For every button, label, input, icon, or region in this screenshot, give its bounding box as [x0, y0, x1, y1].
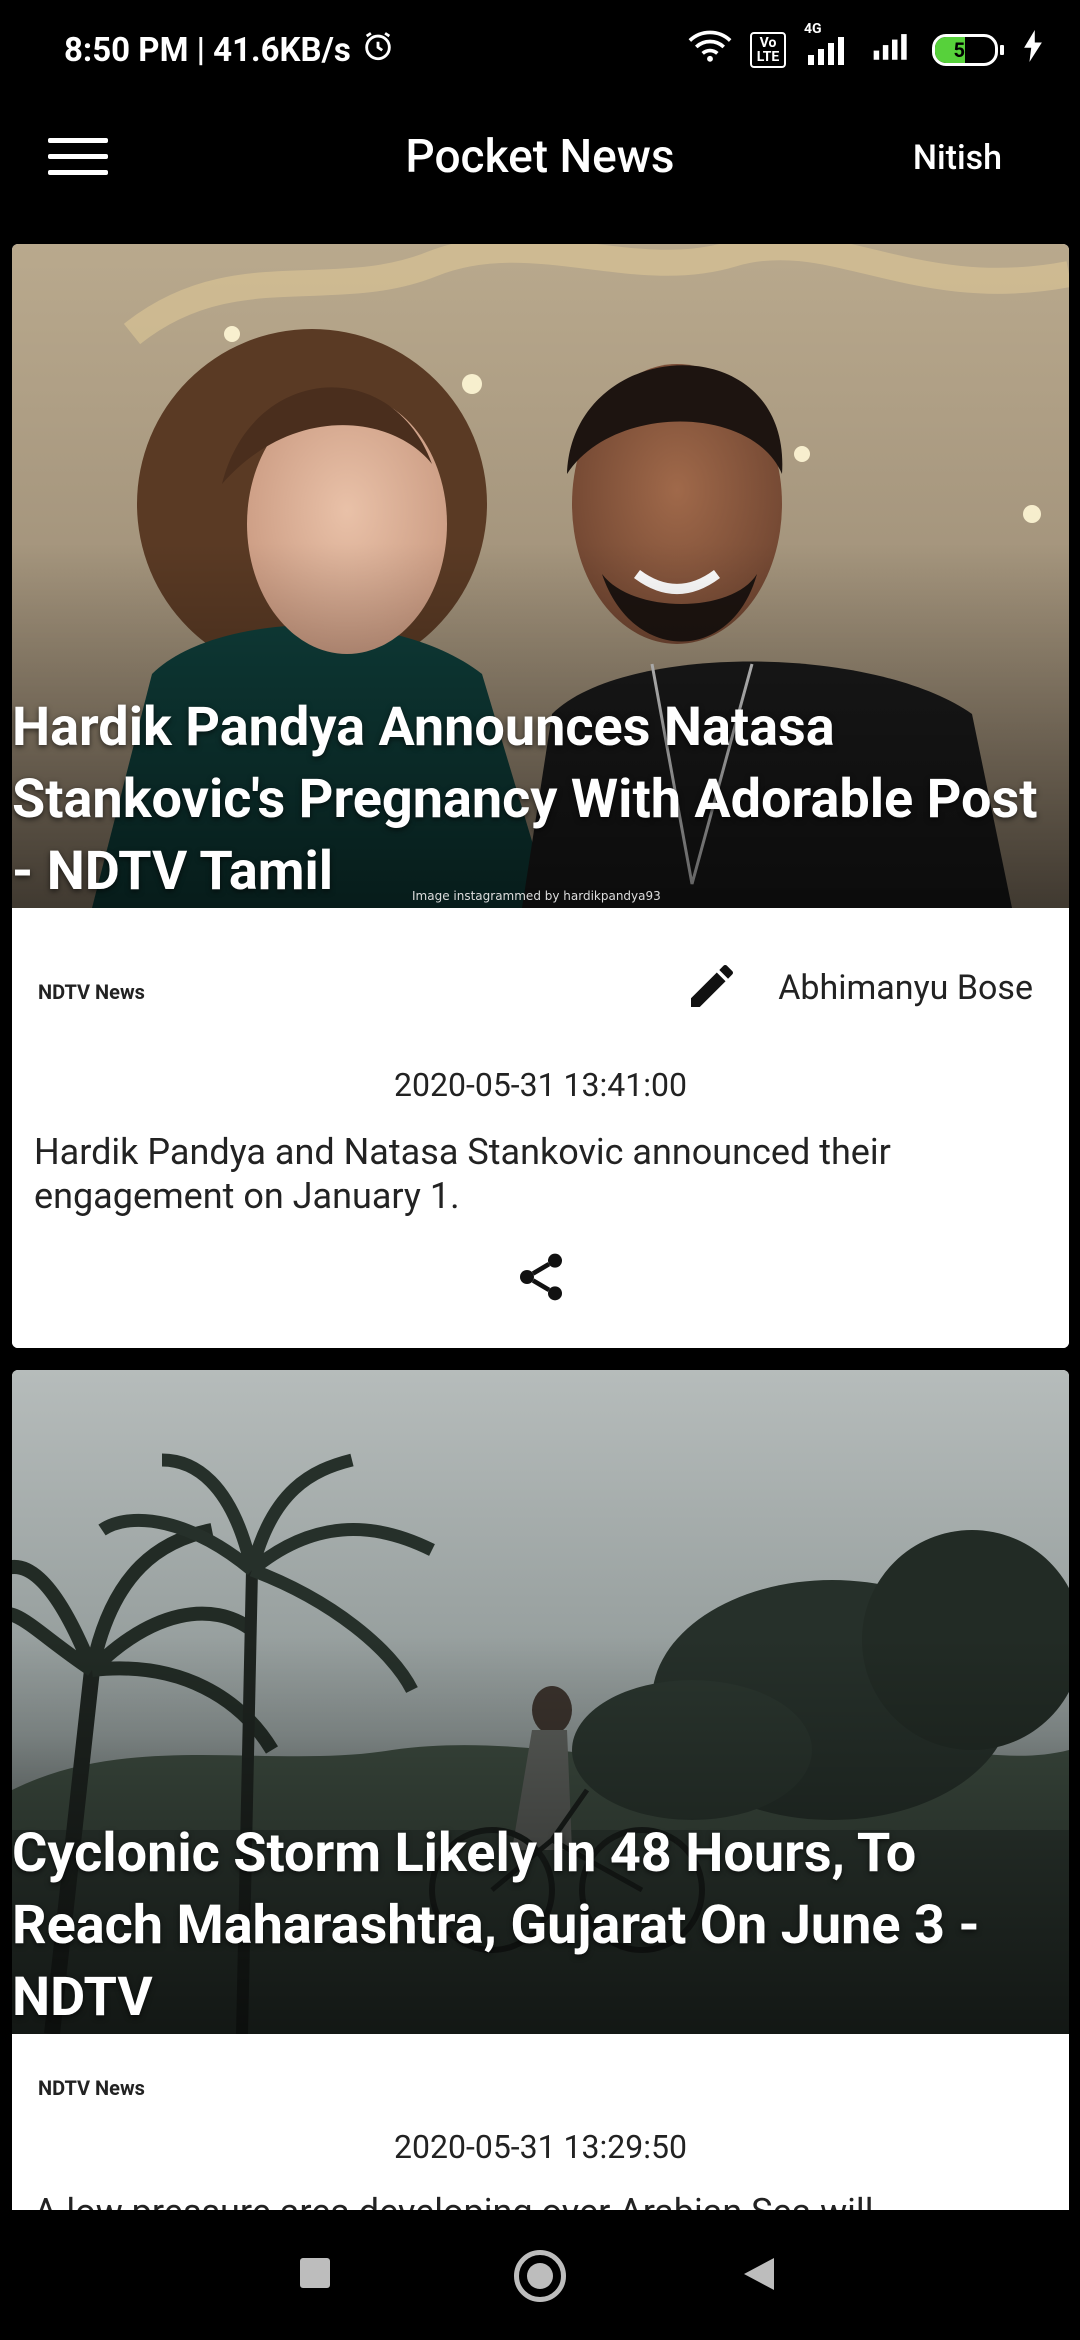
signal-icon [870, 31, 914, 70]
news-feed[interactable]: Image instagrammed by hardikpandya93 Har… [0, 220, 1080, 2210]
author-row: Abhimanyu Bose [684, 958, 1033, 1018]
volte-icon: Vo LTE [750, 32, 786, 68]
recents-button[interactable] [300, 2258, 332, 2290]
article-image[interactable]: Image instagrammed by hardikpandya93 Har… [12, 244, 1069, 908]
signal-4g-icon: 4G [804, 21, 852, 65]
alarm-icon [361, 29, 395, 72]
article-description: A low pressure area developing over Arab… [34, 2190, 1009, 2210]
article-source: NDTV News [38, 980, 145, 1004]
battery-level: 50 [953, 38, 977, 62]
triangle-back-icon [742, 2258, 776, 2296]
article-author: Abhimanyu Bose [778, 968, 1033, 1008]
article-source: NDTV News [38, 2076, 145, 2100]
article-details: NDTV News Abhimanyu Bose 2020-05-31 13:4… [12, 908, 1069, 1348]
charging-icon [1022, 29, 1044, 71]
square-icon [300, 2258, 330, 2288]
news-card[interactable]: Cyclonic Storm Likely In 48 Hours, To Re… [12, 1370, 1069, 2210]
wifi-icon [688, 29, 732, 72]
app-bar: Pocket News Nitish [0, 100, 1080, 220]
share-icon [513, 1253, 569, 1310]
network-type-label: 4G [804, 21, 822, 37]
system-nav-bar [0, 2210, 1080, 2340]
article-date: 2020-05-31 13:29:50 [394, 2128, 687, 2166]
battery-icon: 50 [932, 34, 1004, 66]
article-description: Hardik Pandya and Natasa Stankovic annou… [34, 1131, 891, 1217]
article-title[interactable]: Hardik Pandya Announces Natasa Stankovic… [12, 692, 1059, 908]
status-bar: 8:50 PM | 41.6KB/s Vo LTE 4G 50 [0, 0, 1080, 100]
pencil-icon [684, 958, 740, 1018]
article-image[interactable]: Cyclonic Storm Likely In 48 Hours, To Re… [12, 1370, 1069, 2034]
news-card[interactable]: Image instagrammed by hardikpandya93 Har… [12, 244, 1069, 1348]
article-title[interactable]: Cyclonic Storm Likely In 48 Hours, To Re… [12, 1818, 1059, 2034]
article-date: 2020-05-31 13:41:00 [394, 1066, 687, 1104]
share-button[interactable] [513, 1248, 569, 1310]
circle-icon [514, 2250, 566, 2302]
status-time: 8:50 PM | 41.6KB/s [64, 30, 351, 70]
user-name[interactable]: Nitish [913, 138, 1002, 178]
home-button[interactable] [514, 2250, 566, 2302]
volte-label: Vo LTE [756, 35, 780, 65]
back-button[interactable] [742, 2256, 778, 2292]
article-details: NDTV News 2020-05-31 13:29:50 A low pres… [12, 2034, 1069, 2210]
